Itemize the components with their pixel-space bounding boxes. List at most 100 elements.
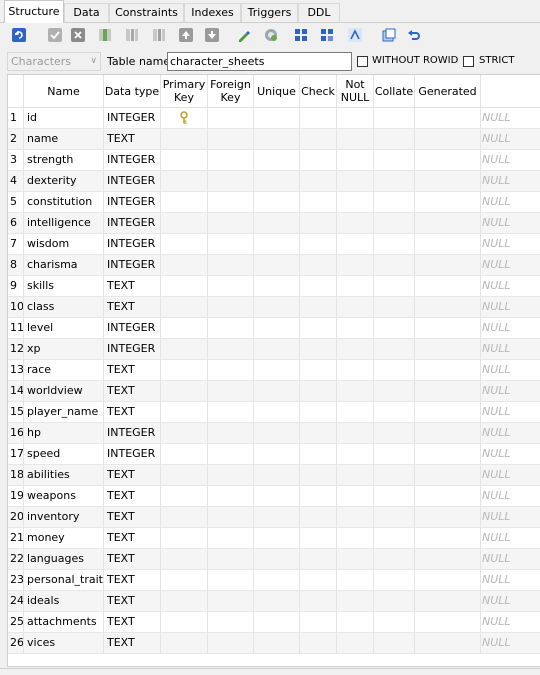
- collate-cell[interactable]: [374, 381, 415, 402]
- collate-cell[interactable]: [374, 171, 415, 192]
- not-null-cell[interactable]: [337, 444, 374, 465]
- column-name-cell[interactable]: charisma: [24, 255, 104, 276]
- not-null-cell[interactable]: [337, 633, 374, 654]
- collate-cell[interactable]: [374, 444, 415, 465]
- data-type-cell[interactable]: TEXT: [104, 612, 161, 633]
- header-check[interactable]: Check: [300, 75, 337, 108]
- data-type-cell[interactable]: TEXT: [104, 402, 161, 423]
- delete-column-icon[interactable]: [151, 27, 167, 43]
- generated-cell[interactable]: [415, 234, 481, 255]
- table-row[interactable]: 21 money TEXT NULL: [8, 528, 540, 549]
- commit-icon[interactable]: [47, 27, 63, 43]
- primary-key-cell[interactable]: [161, 423, 208, 444]
- not-null-cell[interactable]: [337, 465, 374, 486]
- foreign-key-cell[interactable]: [208, 381, 254, 402]
- column-name-cell[interactable]: id: [24, 108, 104, 129]
- data-type-cell[interactable]: TEXT: [104, 591, 161, 612]
- foreign-key-cell[interactable]: [208, 570, 254, 591]
- generated-cell[interactable]: [415, 507, 481, 528]
- foreign-key-cell[interactable]: [208, 150, 254, 171]
- tab-indexes[interactable]: Indexes: [184, 3, 241, 22]
- table-row[interactable]: 16 hp INTEGER NULL: [8, 423, 540, 444]
- not-null-cell[interactable]: [337, 528, 374, 549]
- unique-cell[interactable]: [254, 402, 300, 423]
- check-cell[interactable]: [300, 213, 337, 234]
- foreign-key-cell[interactable]: [208, 507, 254, 528]
- table-row[interactable]: 1 id INTEGER NULL: [8, 108, 540, 129]
- not-null-cell[interactable]: [337, 339, 374, 360]
- check-cell[interactable]: [300, 507, 337, 528]
- foreign-key-cell[interactable]: [208, 465, 254, 486]
- table-row[interactable]: 23 personal_traits TEXT NULL: [8, 570, 540, 591]
- table-row[interactable]: 4 dexterity INTEGER NULL: [8, 171, 540, 192]
- table-row[interactable]: 10 class TEXT NULL: [8, 297, 540, 318]
- check-cell[interactable]: [300, 465, 337, 486]
- primary-key-cell[interactable]: [161, 234, 208, 255]
- column-name-cell[interactable]: dexterity: [24, 171, 104, 192]
- foreign-key-cell[interactable]: [208, 192, 254, 213]
- collate-cell[interactable]: [374, 108, 415, 129]
- data-type-cell[interactable]: INTEGER: [104, 339, 161, 360]
- unique-cell[interactable]: [254, 297, 300, 318]
- data-type-cell[interactable]: TEXT: [104, 633, 161, 654]
- collate-cell[interactable]: [374, 339, 415, 360]
- collate-cell[interactable]: [374, 402, 415, 423]
- check-cell[interactable]: [300, 192, 337, 213]
- unique-cell[interactable]: [254, 192, 300, 213]
- column-name-cell[interactable]: name: [24, 129, 104, 150]
- primary-key-cell[interactable]: [161, 591, 208, 612]
- data-type-cell[interactable]: TEXT: [104, 570, 161, 591]
- default-value-cell[interactable]: NULL: [481, 402, 540, 423]
- default-value-cell[interactable]: NULL: [481, 192, 540, 213]
- column-name-cell[interactable]: weapons: [24, 486, 104, 507]
- foreign-key-cell[interactable]: [208, 213, 254, 234]
- not-null-cell[interactable]: [337, 570, 374, 591]
- header-unique[interactable]: Unique: [254, 75, 300, 108]
- data-type-cell[interactable]: TEXT: [104, 297, 161, 318]
- foreign-key-cell[interactable]: [208, 549, 254, 570]
- edit-column-icon[interactable]: [124, 27, 140, 43]
- column-name-cell[interactable]: attachments: [24, 612, 104, 633]
- default-value-cell[interactable]: NULL: [481, 108, 540, 129]
- unique-cell[interactable]: [254, 234, 300, 255]
- column-name-cell[interactable]: skills: [24, 276, 104, 297]
- data-type-cell[interactable]: INTEGER: [104, 192, 161, 213]
- check-cell[interactable]: [300, 528, 337, 549]
- primary-key-cell[interactable]: [161, 612, 208, 633]
- foreign-key-cell[interactable]: [208, 612, 254, 633]
- generated-cell[interactable]: [415, 423, 481, 444]
- primary-key-cell[interactable]: [161, 129, 208, 150]
- foreign-key-cell[interactable]: [208, 129, 254, 150]
- table-row[interactable]: 20 inventory TEXT NULL: [8, 507, 540, 528]
- table-row[interactable]: 6 intelligence INTEGER NULL: [8, 213, 540, 234]
- column-name-cell[interactable]: hp: [24, 423, 104, 444]
- generated-cell[interactable]: [415, 276, 481, 297]
- column-name-cell[interactable]: inventory: [24, 507, 104, 528]
- foreign-key-cell[interactable]: [208, 360, 254, 381]
- generated-cell[interactable]: [415, 549, 481, 570]
- primary-key-cell[interactable]: [161, 192, 208, 213]
- collate-cell[interactable]: [374, 633, 415, 654]
- strict-checkbox[interactable]: [463, 56, 474, 67]
- primary-key-cell[interactable]: [161, 276, 208, 297]
- edit-table-constraint-icon[interactable]: [319, 27, 335, 43]
- not-null-cell[interactable]: [337, 171, 374, 192]
- header-generated[interactable]: Generated: [415, 75, 481, 108]
- collate-cell[interactable]: [374, 192, 415, 213]
- unique-cell[interactable]: [254, 570, 300, 591]
- data-type-cell[interactable]: TEXT: [104, 507, 161, 528]
- column-name-cell[interactable]: worldview: [24, 381, 104, 402]
- data-type-cell[interactable]: INTEGER: [104, 234, 161, 255]
- unique-cell[interactable]: [254, 150, 300, 171]
- column-name-cell[interactable]: constitution: [24, 192, 104, 213]
- primary-key-cell[interactable]: [161, 255, 208, 276]
- column-name-cell[interactable]: languages: [24, 549, 104, 570]
- primary-key-cell[interactable]: [161, 381, 208, 402]
- collate-cell[interactable]: [374, 528, 415, 549]
- primary-key-cell[interactable]: [161, 549, 208, 570]
- unique-cell[interactable]: [254, 444, 300, 465]
- collate-cell[interactable]: [374, 465, 415, 486]
- data-type-cell[interactable]: TEXT: [104, 381, 161, 402]
- default-value-cell[interactable]: NULL: [481, 150, 540, 171]
- check-cell[interactable]: [300, 612, 337, 633]
